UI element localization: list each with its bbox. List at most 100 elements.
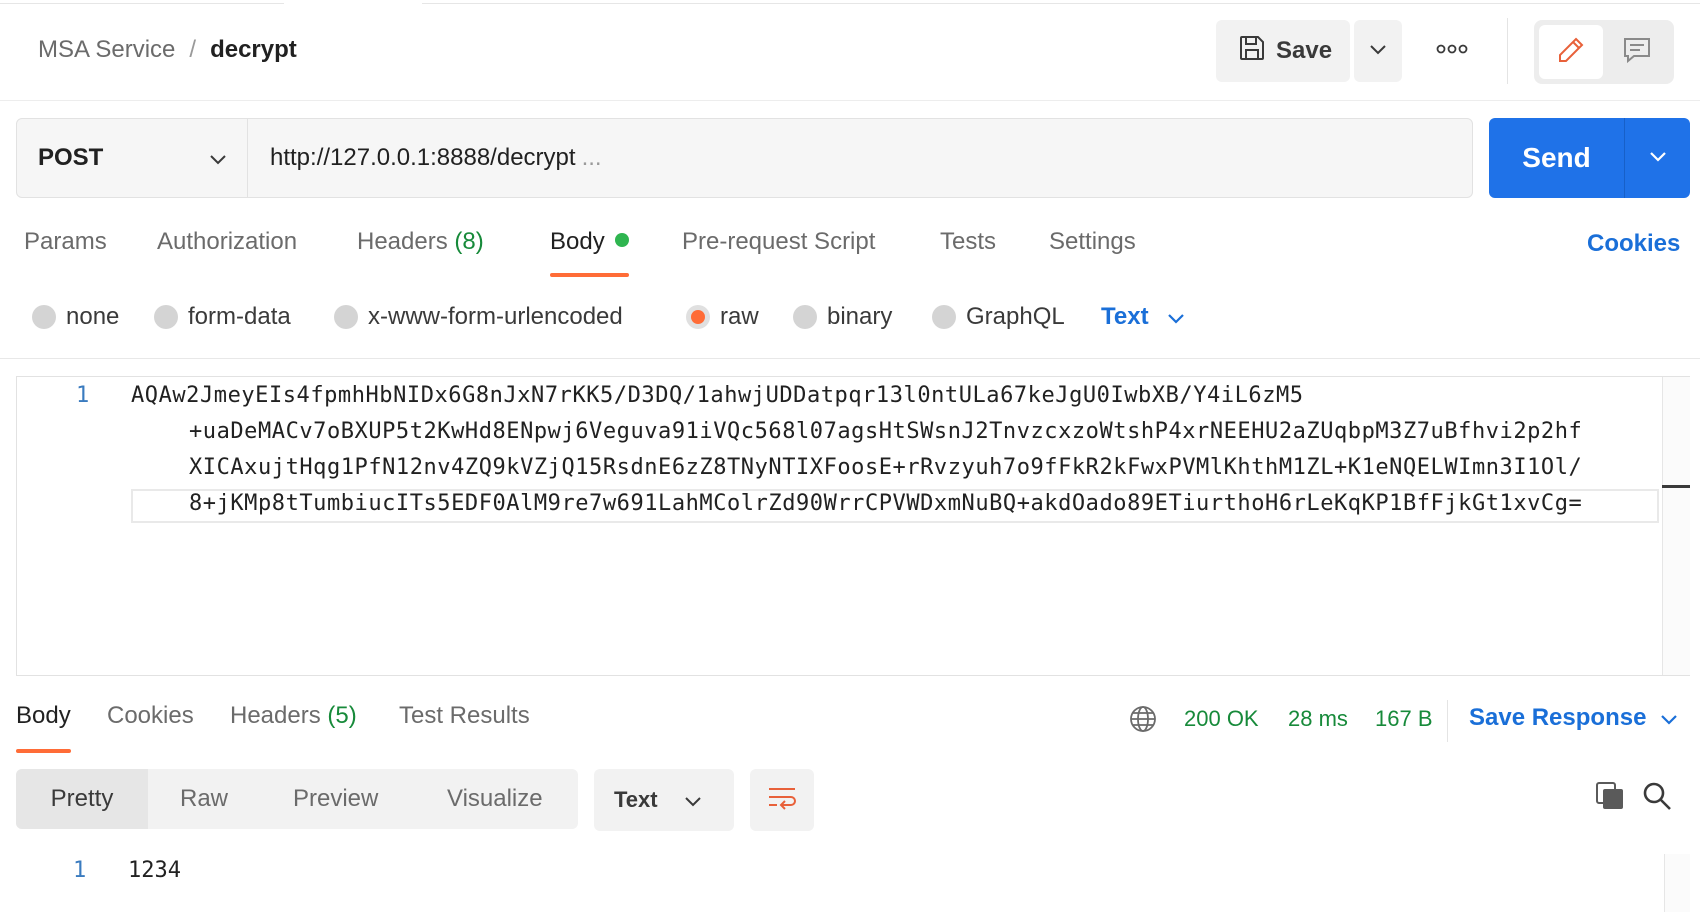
more-icon — [1436, 42, 1468, 60]
save-label: Save — [1276, 37, 1333, 64]
wrap-lines-button[interactable] — [750, 769, 814, 831]
radio-raw-label: raw — [720, 303, 759, 330]
wrap-icon — [766, 785, 798, 816]
request-header: MSA Service / decrypt Save — [0, 0, 1700, 101]
response-view-selector: Pretty Raw Preview Visualize — [16, 769, 578, 829]
url-ellipsis: ... — [581, 144, 602, 171]
tab-settings[interactable]: Settings — [1049, 228, 1136, 278]
mode-toggle — [1534, 20, 1674, 84]
tab-body-label: Body — [550, 228, 605, 255]
send-options-button[interactable] — [1624, 118, 1690, 198]
send-button[interactable]: Send — [1489, 118, 1624, 198]
url-input[interactable]: http://127.0.0.1:8888/decrypt ... — [248, 119, 1472, 197]
response-time[interactable]: 28 ms — [1288, 706, 1348, 732]
chevron-down-icon — [209, 144, 227, 172]
response-tab-headers-label: Headers — [230, 702, 321, 729]
url-value: http://127.0.0.1:8888/decrypt — [270, 144, 576, 171]
response-size[interactable]: 167 B — [1375, 706, 1433, 732]
save-options-button[interactable] — [1354, 20, 1402, 82]
radio-raw[interactable]: raw — [686, 303, 759, 331]
chevron-down-icon — [1649, 149, 1667, 167]
code-line: XICAxujtHqg1PfN12nv4ZQ9kVZjQ15RsdnE6zZ8T… — [189, 455, 1583, 480]
tab-headers[interactable]: Headers (8) — [357, 228, 484, 278]
radio-circle — [793, 305, 817, 329]
radio-circle — [154, 305, 178, 329]
radio-binary-label: binary — [827, 303, 893, 330]
save-icon — [1238, 34, 1266, 69]
line-number: 1 — [76, 383, 90, 408]
tab-headers-label: Headers — [357, 228, 448, 255]
comment-icon — [1622, 35, 1652, 70]
active-tab-underline — [16, 749, 71, 753]
radio-circle — [334, 305, 358, 329]
tab-authorization[interactable]: Authorization — [157, 228, 297, 278]
method-value: POST — [38, 144, 104, 171]
radio-urlencoded-label: x-www-form-urlencoded — [368, 303, 623, 330]
response-tab-cookies[interactable]: Cookies — [107, 702, 194, 752]
radio-circle — [32, 305, 56, 329]
tab-prerequest-script[interactable]: Pre-request Script — [682, 228, 875, 278]
radio-none-label: none — [66, 303, 120, 330]
view-pretty[interactable]: Pretty — [16, 769, 148, 829]
send-button-group: Send — [1489, 118, 1690, 198]
breadcrumb-request-name[interactable]: decrypt — [210, 36, 297, 64]
radio-none[interactable]: none — [32, 303, 119, 331]
response-tab-body[interactable]: Body — [16, 702, 71, 753]
raw-format-value: Text — [1101, 303, 1149, 330]
save-button[interactable]: Save — [1216, 20, 1350, 82]
radio-urlencoded[interactable]: x-www-form-urlencoded — [334, 303, 623, 331]
response-body-text[interactable]: 1234 — [128, 858, 181, 883]
radio-circle-selected — [686, 305, 710, 329]
response-tab-headers[interactable]: Headers (5) — [230, 702, 357, 752]
edit-mode-button[interactable] — [1539, 25, 1603, 79]
request-url-bar: POST http://127.0.0.1:8888/decrypt ... — [16, 118, 1473, 198]
code-line: 8+jKMp8tTumbiucITs5EDF0AlM9re7w691LahMCo… — [189, 491, 1583, 516]
tab-headers-count: (8) — [454, 228, 484, 255]
radio-circle — [932, 305, 956, 329]
pencil-icon — [1556, 35, 1586, 70]
breadcrumb: MSA Service / decrypt — [38, 36, 297, 64]
view-raw[interactable]: Raw — [180, 769, 228, 829]
tab-body[interactable]: Body — [550, 228, 629, 278]
search-icon[interactable] — [1641, 780, 1673, 817]
globe-icon[interactable] — [1128, 704, 1158, 740]
response-tab-body-label: Body — [16, 702, 71, 729]
raw-format-dropdown[interactable]: Text — [1101, 303, 1185, 331]
tab-params[interactable]: Params — [24, 228, 107, 278]
radio-form-data[interactable]: form-data — [154, 303, 291, 331]
active-tab-underline — [550, 273, 629, 277]
response-scrollbar[interactable] — [1664, 854, 1690, 912]
method-select[interactable]: POST — [17, 119, 248, 197]
view-visualize[interactable]: Visualize — [447, 769, 543, 829]
more-actions-button[interactable] — [1430, 30, 1474, 72]
radio-graphql[interactable]: GraphQL — [932, 303, 1065, 331]
status-code[interactable]: 200 OK — [1184, 706, 1259, 732]
chevron-down-icon — [684, 787, 702, 813]
tab-tests[interactable]: Tests — [940, 228, 996, 278]
cookies-link[interactable]: Cookies — [1587, 230, 1680, 258]
comments-button[interactable] — [1606, 25, 1668, 79]
breadcrumb-collection[interactable]: MSA Service — [38, 36, 175, 64]
header-divider — [1507, 18, 1508, 84]
response-line-number: 1 — [73, 858, 87, 883]
save-response-button[interactable]: Save Response — [1469, 704, 1678, 732]
request-body-editor[interactable]: 1 AQAw2JmeyEIs4fpmhHbNIDx6G8nJxN7rKK5/D3… — [16, 376, 1690, 676]
view-preview[interactable]: Preview — [293, 769, 378, 829]
response-meta-divider — [1447, 700, 1448, 742]
copy-icon[interactable] — [1594, 780, 1626, 817]
response-tab-test-results[interactable]: Test Results — [399, 702, 530, 752]
chevron-down-icon — [1660, 704, 1678, 732]
code-line: +uaDeMACv7oBXUP5t2KwHd8ENpwj6Veguva91iVQ… — [189, 419, 1583, 444]
radio-form-data-label: form-data — [188, 303, 291, 330]
section-divider — [0, 358, 1700, 359]
radio-binary[interactable]: binary — [793, 303, 892, 331]
response-format-dropdown[interactable]: Text — [594, 769, 734, 831]
editor-scroll-thumb[interactable] — [1662, 485, 1690, 488]
response-format-value: Text — [614, 787, 658, 812]
breadcrumb-separator: / — [189, 36, 197, 63]
save-response-label: Save Response — [1469, 704, 1647, 731]
editor-scrollbar[interactable] — [1662, 377, 1690, 675]
code-line: AQAw2JmeyEIs4fpmhHbNIDx6G8nJxN7rKK5/D3DQ… — [131, 383, 1304, 408]
radio-graphql-label: GraphQL — [966, 303, 1065, 330]
chevron-down-icon — [1167, 303, 1185, 331]
